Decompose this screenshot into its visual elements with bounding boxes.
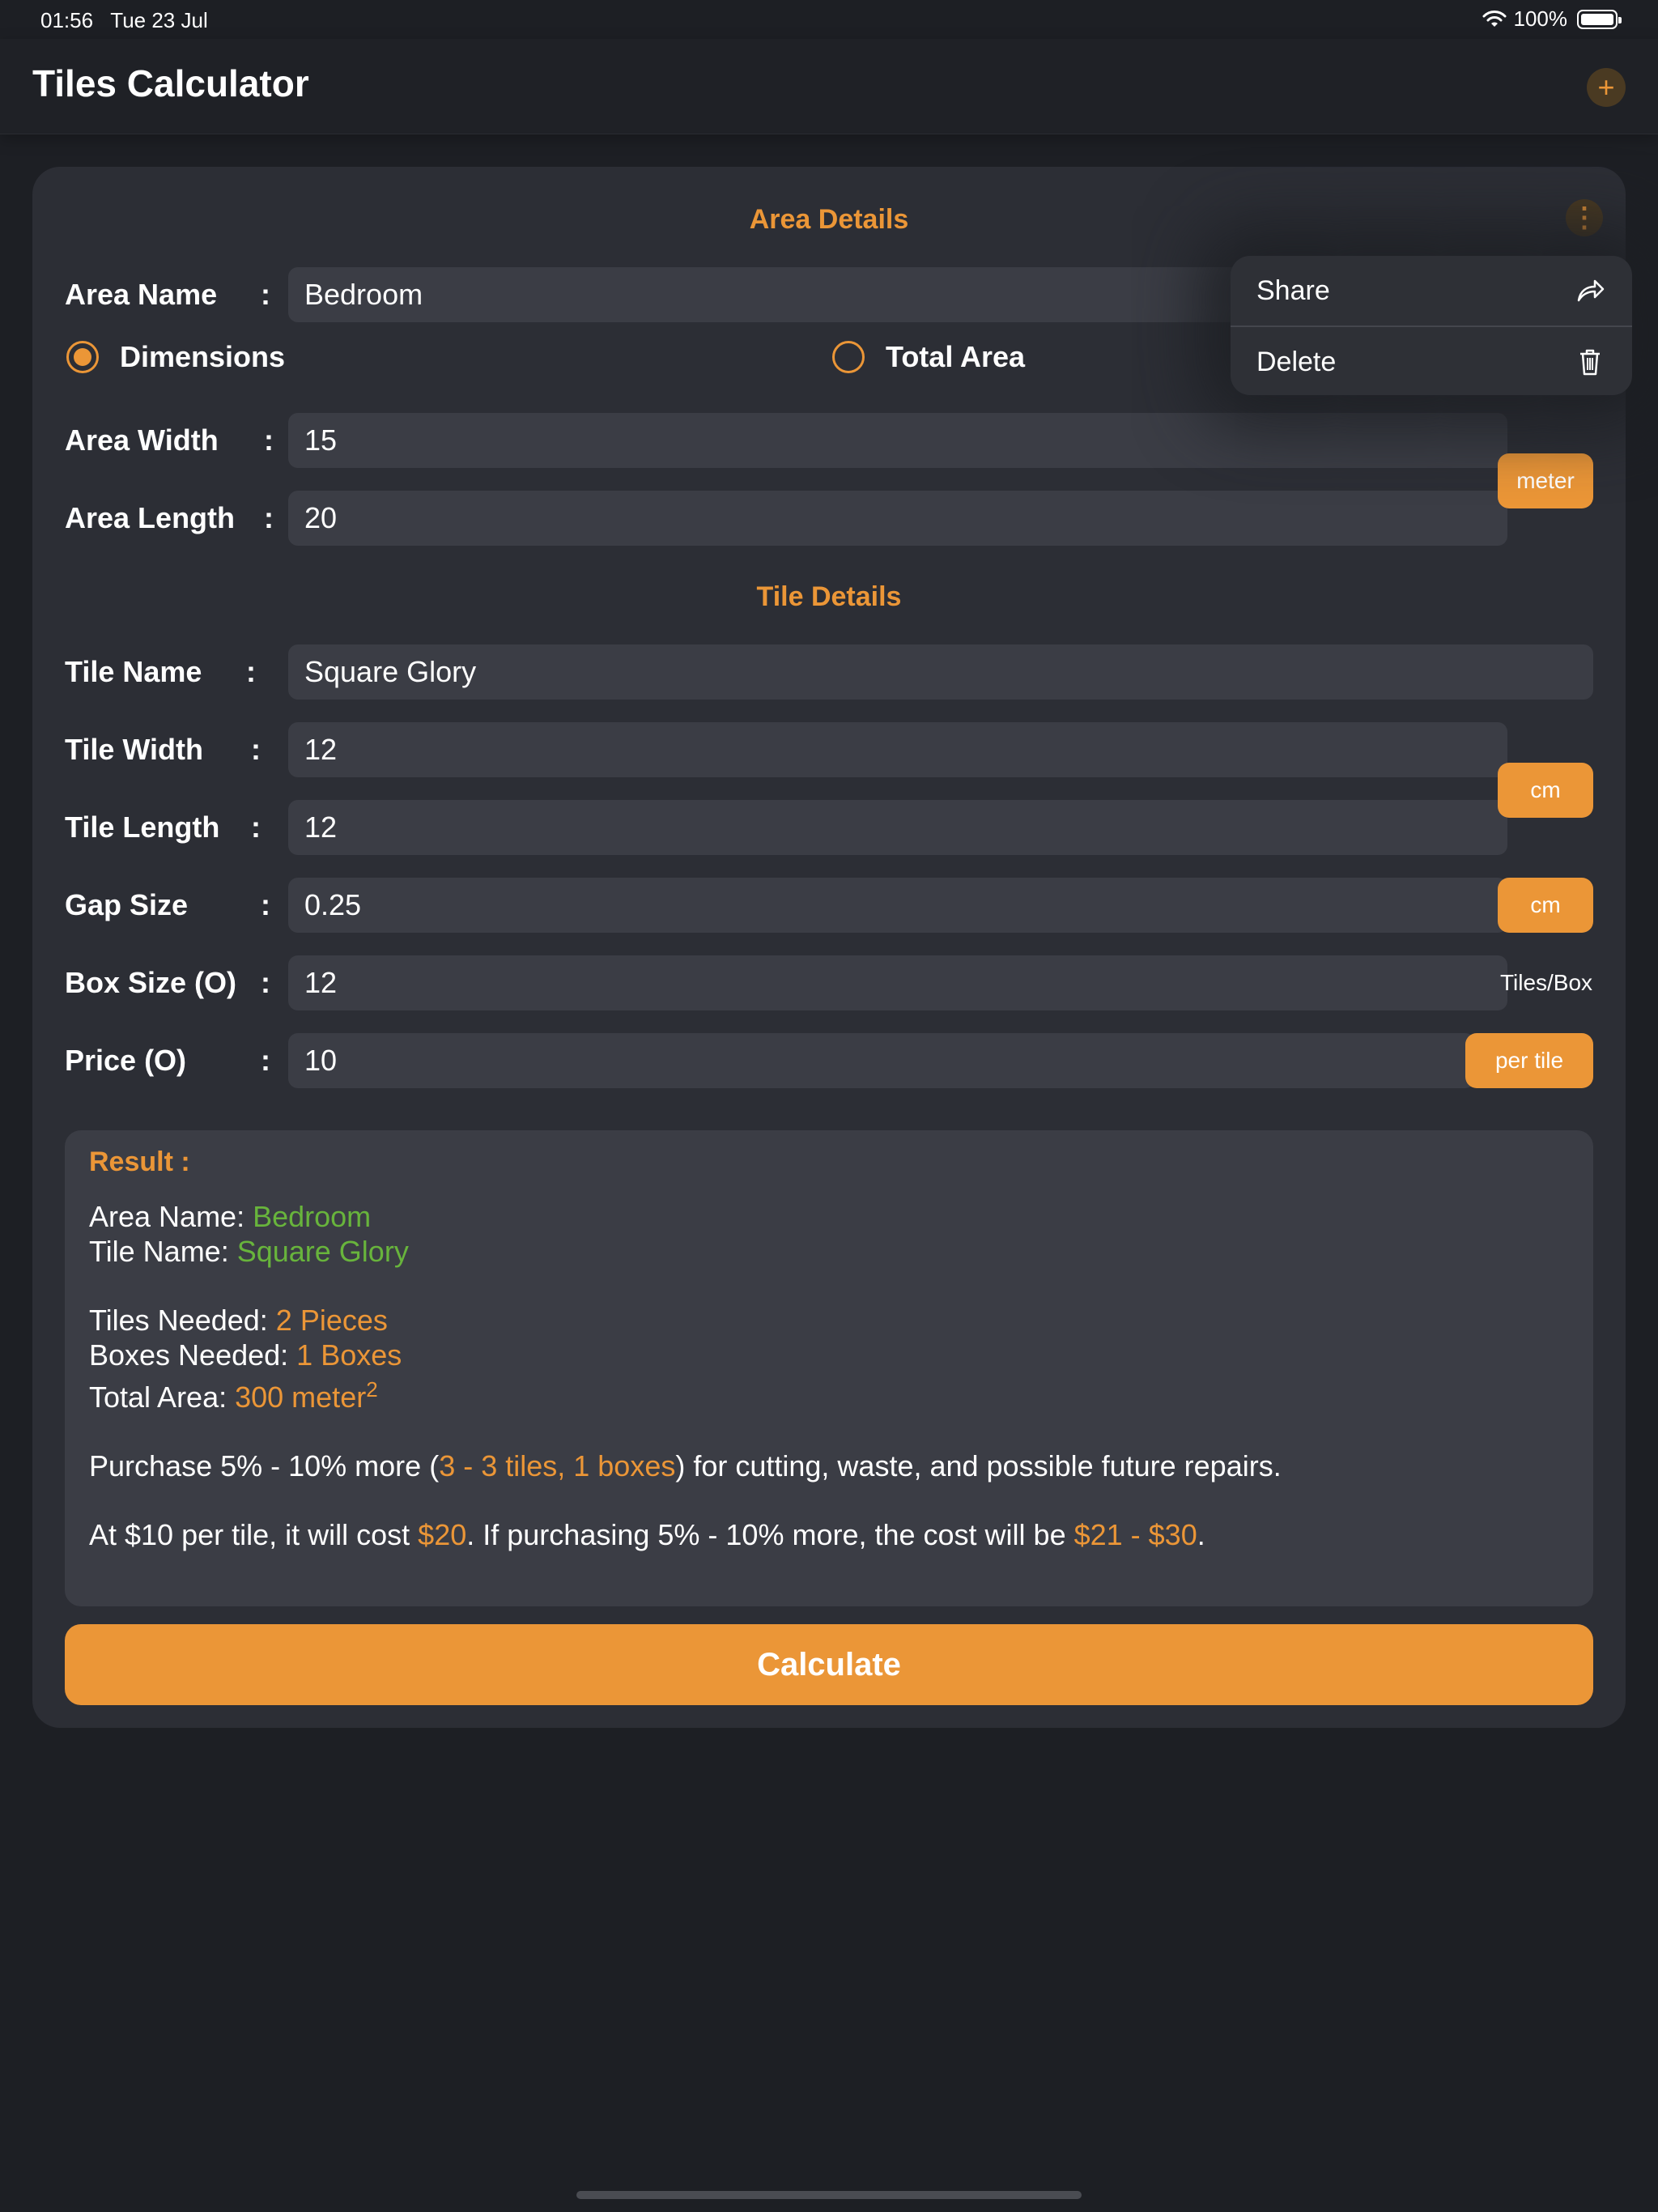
add-button[interactable]: + xyxy=(1587,68,1626,107)
colon: : xyxy=(261,1044,270,1077)
tile-width-label: Tile Width xyxy=(65,733,203,766)
area-length-label: Area Length xyxy=(65,501,236,534)
options-menu: Share Delete xyxy=(1231,256,1632,395)
dimensions-radio-label: Dimensions xyxy=(120,340,286,373)
box-size-input[interactable]: 12 xyxy=(288,955,1507,1010)
colon: : xyxy=(251,810,261,844)
area-details-title: Area Details xyxy=(749,204,909,235)
tile-length-label: Tile Length xyxy=(65,810,220,844)
area-width-label: Area Width xyxy=(65,423,219,457)
tile-width-input[interactable]: 12 xyxy=(288,722,1507,777)
result-cost: At $10 per tile, it will cost $20. If pu… xyxy=(89,1518,1205,1551)
colon: : xyxy=(261,278,270,311)
dimensions-radio[interactable]: Dimensions xyxy=(66,340,285,374)
price-row: Price (O) : 10 xyxy=(65,1033,1593,1088)
result-boxes-needed: Boxes Needed: 1 Boxes xyxy=(89,1338,402,1372)
wifi-icon xyxy=(1482,10,1506,27)
colon: : xyxy=(264,501,274,534)
tile-name-row: Tile Name : Square Glory xyxy=(65,644,1593,700)
result-area-name: Area Name: Bedroom xyxy=(89,1200,372,1233)
gap-size-input[interactable]: 0.25 xyxy=(288,878,1507,933)
price-label: Price (O) xyxy=(65,1044,187,1077)
area-name-label: Area Name xyxy=(65,278,218,311)
colon: : xyxy=(261,888,270,921)
result-total-area: Total Area: 300 meter2 xyxy=(89,1377,378,1414)
battery-percent: 100% xyxy=(1513,6,1568,31)
calculate-button[interactable]: Calculate xyxy=(65,1624,1593,1705)
price-unit-button[interactable]: per tile xyxy=(1465,1033,1593,1088)
menu-item-share[interactable]: Share xyxy=(1231,256,1632,325)
status-date: Tue 23 Jul xyxy=(110,8,208,32)
result-title: Result : xyxy=(89,1146,190,1177)
navigation-bar: Tiles Calculator + xyxy=(0,39,1658,134)
tile-name-input[interactable]: Square Glory xyxy=(288,644,1593,700)
gap-size-label: Gap Size xyxy=(65,888,189,921)
tile-name-label: Tile Name xyxy=(65,655,202,688)
result-tile-name: Tile Name: Square Glory xyxy=(89,1235,409,1268)
battery-icon xyxy=(1577,9,1622,29)
trash-icon xyxy=(1580,349,1600,376)
box-unit-label: Tiles/Box xyxy=(1499,970,1593,995)
colon: : xyxy=(246,655,256,688)
total-area-radio-label: Total Area xyxy=(886,340,1026,373)
tile-details-title: Tile Details xyxy=(756,581,902,612)
area-width-input[interactable]: 15 xyxy=(288,413,1507,468)
radio-selected-icon xyxy=(66,341,99,373)
area-length-input[interactable]: 20 xyxy=(288,491,1507,546)
box-size-label: Box Size (O) xyxy=(65,966,237,999)
tile-length-input[interactable]: 12 xyxy=(288,800,1507,855)
menu-item-delete[interactable]: Delete xyxy=(1231,327,1632,395)
area-width-row: Area Width : 15 xyxy=(65,413,1593,468)
result-tiles-needed: Tiles Needed: 2 Pieces xyxy=(89,1304,388,1337)
total-area-radio[interactable]: Total Area xyxy=(832,340,1025,374)
box-size-row: Box Size (O) : 12 xyxy=(65,955,1593,1010)
more-vertical-icon: ⋮ xyxy=(1571,202,1598,233)
page-title: Tiles Calculator xyxy=(32,62,309,104)
result-panel: Result : Area Name: Bedroom Tile Name: S… xyxy=(65,1130,1593,1606)
more-options-button[interactable]: ⋮ xyxy=(1566,199,1603,236)
tile-unit-button[interactable]: cm xyxy=(1498,763,1593,818)
status-time: 01:56 Tue 23 Jul xyxy=(40,8,208,33)
home-indicator xyxy=(576,2191,1082,2199)
share-icon xyxy=(1577,279,1605,302)
status-indicators: 100% xyxy=(1482,6,1622,32)
colon: : xyxy=(261,966,270,999)
gap-unit-button[interactable]: cm xyxy=(1498,878,1593,933)
area-length-row: Area Length : 20 xyxy=(65,491,1593,546)
tile-width-row: Tile Width : 12 xyxy=(65,722,1593,777)
result-purchase-advice: Purchase 5% - 10% more (3 - 3 tiles, 1 b… xyxy=(89,1449,1282,1482)
price-input[interactable]: 10 xyxy=(288,1033,1475,1088)
status-clock: 01:56 xyxy=(40,8,94,32)
status-bar: 01:56 Tue 23 Jul 100% xyxy=(0,0,1658,39)
gap-size-row: Gap Size : 0.25 xyxy=(65,878,1593,933)
colon: : xyxy=(251,733,261,766)
radio-unselected-icon xyxy=(832,341,865,373)
area-unit-button[interactable]: meter xyxy=(1498,453,1593,508)
share-label: Share xyxy=(1256,274,1330,306)
tile-length-row: Tile Length : 12 xyxy=(65,800,1593,855)
colon: : xyxy=(264,423,274,457)
calculator-card: Area Details ⋮ Area Name : Bedroom Dimen… xyxy=(32,167,1626,1728)
delete-label: Delete xyxy=(1256,346,1337,377)
plus-icon: + xyxy=(1597,70,1615,104)
